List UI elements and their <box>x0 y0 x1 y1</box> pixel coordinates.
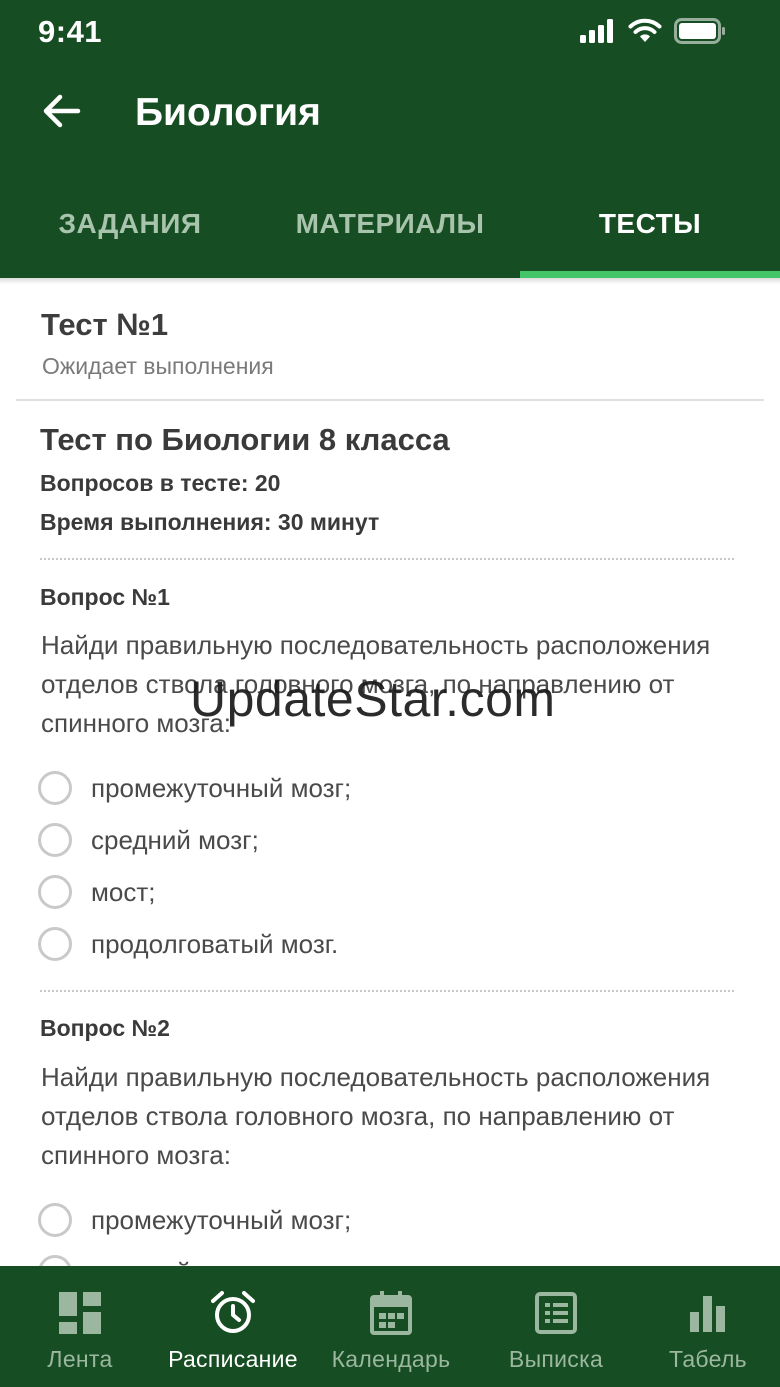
wifi-icon <box>628 18 662 49</box>
tab-tests[interactable]: ТЕСТЫ <box>520 170 780 278</box>
nav-label: Лента <box>47 1346 113 1372</box>
answer-option[interactable]: мост; <box>38 872 155 912</box>
dotted-divider <box>40 990 734 992</box>
option-label: средний мозг; <box>91 824 259 855</box>
divider <box>16 399 764 401</box>
dashboard-icon <box>57 1290 103 1336</box>
test-status: Ожидает выполнения <box>42 353 274 379</box>
question-label: Вопрос №1 <box>40 584 170 610</box>
calendar-icon <box>368 1290 414 1336</box>
nav-label: Расписание <box>168 1346 298 1372</box>
question-label: Вопрос №2 <box>40 1015 170 1041</box>
radio-button[interactable] <box>38 1255 72 1266</box>
answer-option[interactable]: промежуточный мозг; <box>38 768 351 808</box>
nav-item-calendar[interactable]: Календарь <box>306 1266 476 1387</box>
bottom-navigation: Лента Расписание Календарь Выписка Табел… <box>0 1266 780 1387</box>
option-label: мост; <box>91 876 156 907</box>
nav-label: Табель <box>669 1346 747 1372</box>
nav-label: Календарь <box>331 1346 451 1372</box>
option-label: средний мозг; <box>91 1257 259 1267</box>
active-tab-indicator <box>520 271 780 278</box>
nav-item-report[interactable]: Табель <box>636 1266 780 1387</box>
radio-button[interactable] <box>38 1203 72 1237</box>
tab-bar: ЗАДАНИЯ МАТЕРИАЛЫ ТЕСТЫ <box>0 170 780 278</box>
radio-button[interactable] <box>38 771 72 805</box>
nav-item-feed[interactable]: Лента <box>0 1266 160 1387</box>
cellular-signal-icon <box>580 18 616 48</box>
bar-chart-icon <box>685 1290 731 1336</box>
app-header: 9:41 Биология ЗАДАНИЯ МАТЕРИАЛЫ ТЕСТЫ <box>0 0 780 278</box>
arrow-left-icon <box>41 93 81 134</box>
answer-option[interactable]: средний мозг; <box>38 1252 259 1266</box>
radio-button[interactable] <box>38 927 72 961</box>
test-content[interactable]: Тест №1 Ожидает выполнения Тест по Биоло… <box>0 284 780 1266</box>
back-button[interactable] <box>36 88 86 138</box>
answer-option[interactable]: средний мозг; <box>38 820 259 860</box>
question-text: Найди правильную последовательность расп… <box>41 1062 711 1170</box>
nav-label: Выписка <box>508 1346 604 1372</box>
page-title: Биология <box>135 91 321 134</box>
dotted-divider <box>40 558 734 560</box>
tab-label: МАТЕРИАЛЫ <box>295 208 485 239</box>
tab-label: ТЕСТЫ <box>598 208 702 239</box>
option-label: промежуточный мозг; <box>91 1204 352 1235</box>
radio-button[interactable] <box>38 875 72 909</box>
status-icons <box>580 17 726 49</box>
option-label: промежуточный мозг; <box>91 772 352 803</box>
option-label: продолговатый мозг. <box>91 928 339 959</box>
list-document-icon <box>533 1290 579 1336</box>
nav-item-schedule[interactable]: Расписание <box>160 1266 306 1387</box>
tab-materials[interactable]: МАТЕРИАЛЫ <box>260 170 520 278</box>
status-time: 9:41 <box>38 14 103 49</box>
questions-count: Вопросов в тесте: 20 <box>40 470 281 496</box>
status-bar: 9:41 <box>0 0 780 66</box>
radio-button[interactable] <box>38 823 72 857</box>
answer-option[interactable]: продолговатый мозг. <box>38 924 338 964</box>
nav-item-statement[interactable]: Выписка <box>476 1266 636 1387</box>
alarm-clock-icon <box>210 1290 256 1336</box>
watermark: UpdateStar.com <box>190 671 556 727</box>
battery-icon <box>674 17 726 49</box>
tab-label: ЗАДАНИЯ <box>58 208 202 239</box>
app-bar: Биология <box>0 66 780 162</box>
test-title: Тест №1 <box>41 307 169 342</box>
test-name: Тест по Биологии 8 класса <box>40 422 450 457</box>
tab-assignments[interactable]: ЗАДАНИЯ <box>0 170 260 278</box>
answer-option[interactable]: промежуточный мозг; <box>38 1200 351 1240</box>
test-duration: Время выполнения: 30 минут <box>40 509 380 535</box>
